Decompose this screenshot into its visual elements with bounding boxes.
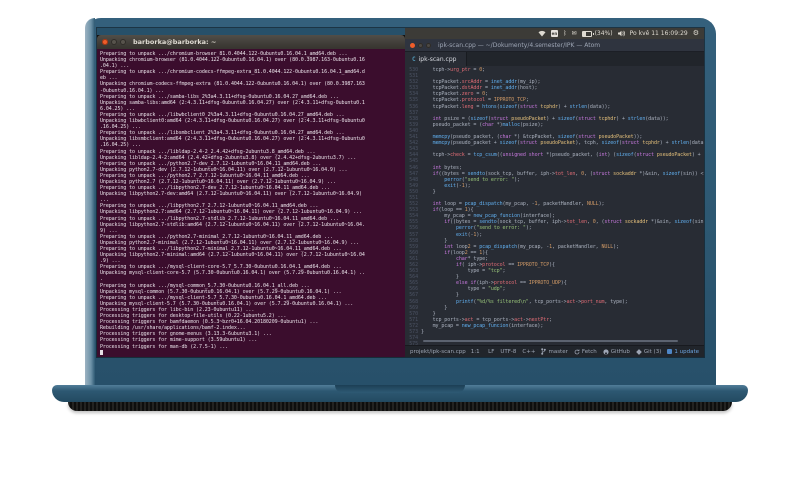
terminal-line: Unpacking libsmbclient:amd64 (2:4.3.11+d… <box>100 136 365 143</box>
atom-close-button[interactable] <box>410 42 415 48</box>
terminal-line: Unpacking samba-libs:amd64 (2:4.3.11+dfs… <box>100 99 365 106</box>
terminal-line: Preparing to unpack .../chromium-codecs-… <box>100 69 365 76</box>
mail-icon[interactable]: ✉ <box>572 30 577 37</box>
wifi-icon[interactable] <box>538 30 546 37</box>
terminal-cursor <box>100 349 103 355</box>
battery-nub <box>592 32 594 35</box>
statusbar-grammar[interactable]: C++ <box>522 349 535 355</box>
git-branch-icon <box>541 348 547 355</box>
terminal-cursor-line <box>100 349 405 356</box>
code-line: 542 memcpy(pseudo_packet + sizeof(struct… <box>405 140 704 146</box>
atom-maximize-button[interactable] <box>426 42 431 48</box>
statusbar-file-path[interactable]: projekt/ipk-scan.cpp <box>410 349 466 355</box>
terminal-line: Unpacking libpython2.7-stdlib:amd64 (2.7… <box>100 221 365 228</box>
statusbar-encoding[interactable]: UTF-8 <box>500 349 516 355</box>
terminal-minimize-button[interactable] <box>111 39 117 45</box>
tab-label: ipk-scan.cpp <box>418 55 457 63</box>
line-number: 575 <box>409 341 418 345</box>
top-panel: en ᛒ ✉ (34%) Po kvě 11 16:09:29 ⚙ <box>405 28 704 39</box>
terminal-maximize-button[interactable] <box>120 39 126 45</box>
battery-icon <box>581 30 592 37</box>
update-icon <box>667 349 673 354</box>
tab-ipk-scan[interactable]: C ipk-scan.cpp <box>405 52 468 66</box>
laptop-lid: barborka@barborka: ~ Preparing to unpack… <box>85 18 716 385</box>
laptop-base-notch <box>335 385 465 393</box>
laptop-lid-edge <box>85 18 95 385</box>
terminal-output[interactable]: Preparing to unpack .../chromium-browser… <box>97 49 405 357</box>
statusbar-git[interactable]: Git (3) <box>636 348 661 355</box>
atom-window-title: ipk-scan.cpp — ~/Dokumenty/4.semester/IP… <box>438 41 601 49</box>
terminal-line: Unpacking chromium-codecs-ffmpeg-extra (… <box>100 81 365 88</box>
laptop-bottom <box>68 402 732 411</box>
atom-titlebar: ipk-scan.cpp — ~/Dokumenty/4.semester/IP… <box>405 39 704 52</box>
keyboard-layout-indicator[interactable]: en <box>550 30 558 37</box>
battery-indicator[interactable]: (34%) <box>581 30 613 37</box>
statusbar-github[interactable]: GitHub <box>603 349 630 355</box>
statusbar-line-ending[interactable]: LF <box>488 349 494 355</box>
atom-tabbar: C ipk-scan.cpp <box>405 52 704 66</box>
laptop-mockup: barborka@barborka: ~ Preparing to unpack… <box>0 0 800 477</box>
desktop-right: en ᛒ ✉ (34%) Po kvě 11 16:09:29 ⚙ ipk-sc… <box>405 28 704 357</box>
statusbar-branch[interactable]: master <box>541 348 568 355</box>
desktop-left: barborka@barborka: ~ Preparing to unpack… <box>97 28 405 357</box>
fetch-refresh-icon <box>574 349 580 354</box>
laptop-base <box>52 385 748 402</box>
terminal-line: Unpacking libwbclient0:amd64 (2:4.3.11+d… <box>100 118 365 125</box>
clock[interactable]: Po kvě 11 16:09:29 <box>630 30 688 37</box>
code-editor[interactable]: 530 tcph->urg_ptr = 0; 531 532 tcpPacket.s… <box>405 66 704 345</box>
statusbar-fetch[interactable]: Fetch <box>574 349 597 355</box>
github-icon <box>603 348 609 355</box>
code-line: 544 tcph->check = tcp_csum((unsigned sho… <box>405 152 704 158</box>
terminal-line: Unpacking libpython2.7-dev:amd64 (2.7.12… <box>100 191 362 198</box>
desktop-wallpaper <box>97 28 405 35</box>
terminal-line: Unpacking libpython2.7:amd64 (2.7.12-1ub… <box>100 209 362 216</box>
terminal-line: Unpacking libpython2.7-minimal:amd64 (2.… <box>100 252 365 259</box>
atom-minimize-button[interactable] <box>418 42 423 48</box>
terminal-close-button[interactable] <box>102 39 108 45</box>
system-tray: en ᛒ ✉ (34%) Po kvě 11 16:09:29 ⚙ <box>538 30 699 37</box>
terminal-line: Unpacking mysql-client-core-5.7 (5.7.30-… <box>100 270 365 277</box>
bluetooth-icon[interactable]: ᛒ <box>563 30 567 37</box>
screen: barborka@barborka: ~ Preparing to unpack… <box>97 28 704 357</box>
statusbar-cursor-position[interactable]: 1:1 <box>471 349 480 355</box>
atom-statusbar: projekt/ipk-scan.cpp 1:1 LF UTF-8 C++ ma… <box>405 345 704 357</box>
gear-icon[interactable]: ⚙ <box>693 30 699 37</box>
terminal-titlebar: barborka@barborka: ~ <box>97 35 405 49</box>
git-icon <box>636 348 642 355</box>
code-lines: 530 tcph->urg_ptr = 0; 531 532 tcpPacket.s… <box>405 67 704 345</box>
statusbar-updates[interactable]: 1 update <box>667 349 699 355</box>
volume-icon[interactable] <box>617 30 625 37</box>
horizontal-scrollbar[interactable] <box>423 340 678 342</box>
terminal-line: Unpacking chromium-browser (81.0.4044.12… <box>100 57 365 64</box>
terminal-title: barborka@barborka: ~ <box>133 38 217 46</box>
battery-percent: (34%) <box>594 30 613 37</box>
cpp-file-icon: C <box>412 55 416 63</box>
terminal-window: barborka@barborka: ~ Preparing to unpack… <box>97 35 405 357</box>
